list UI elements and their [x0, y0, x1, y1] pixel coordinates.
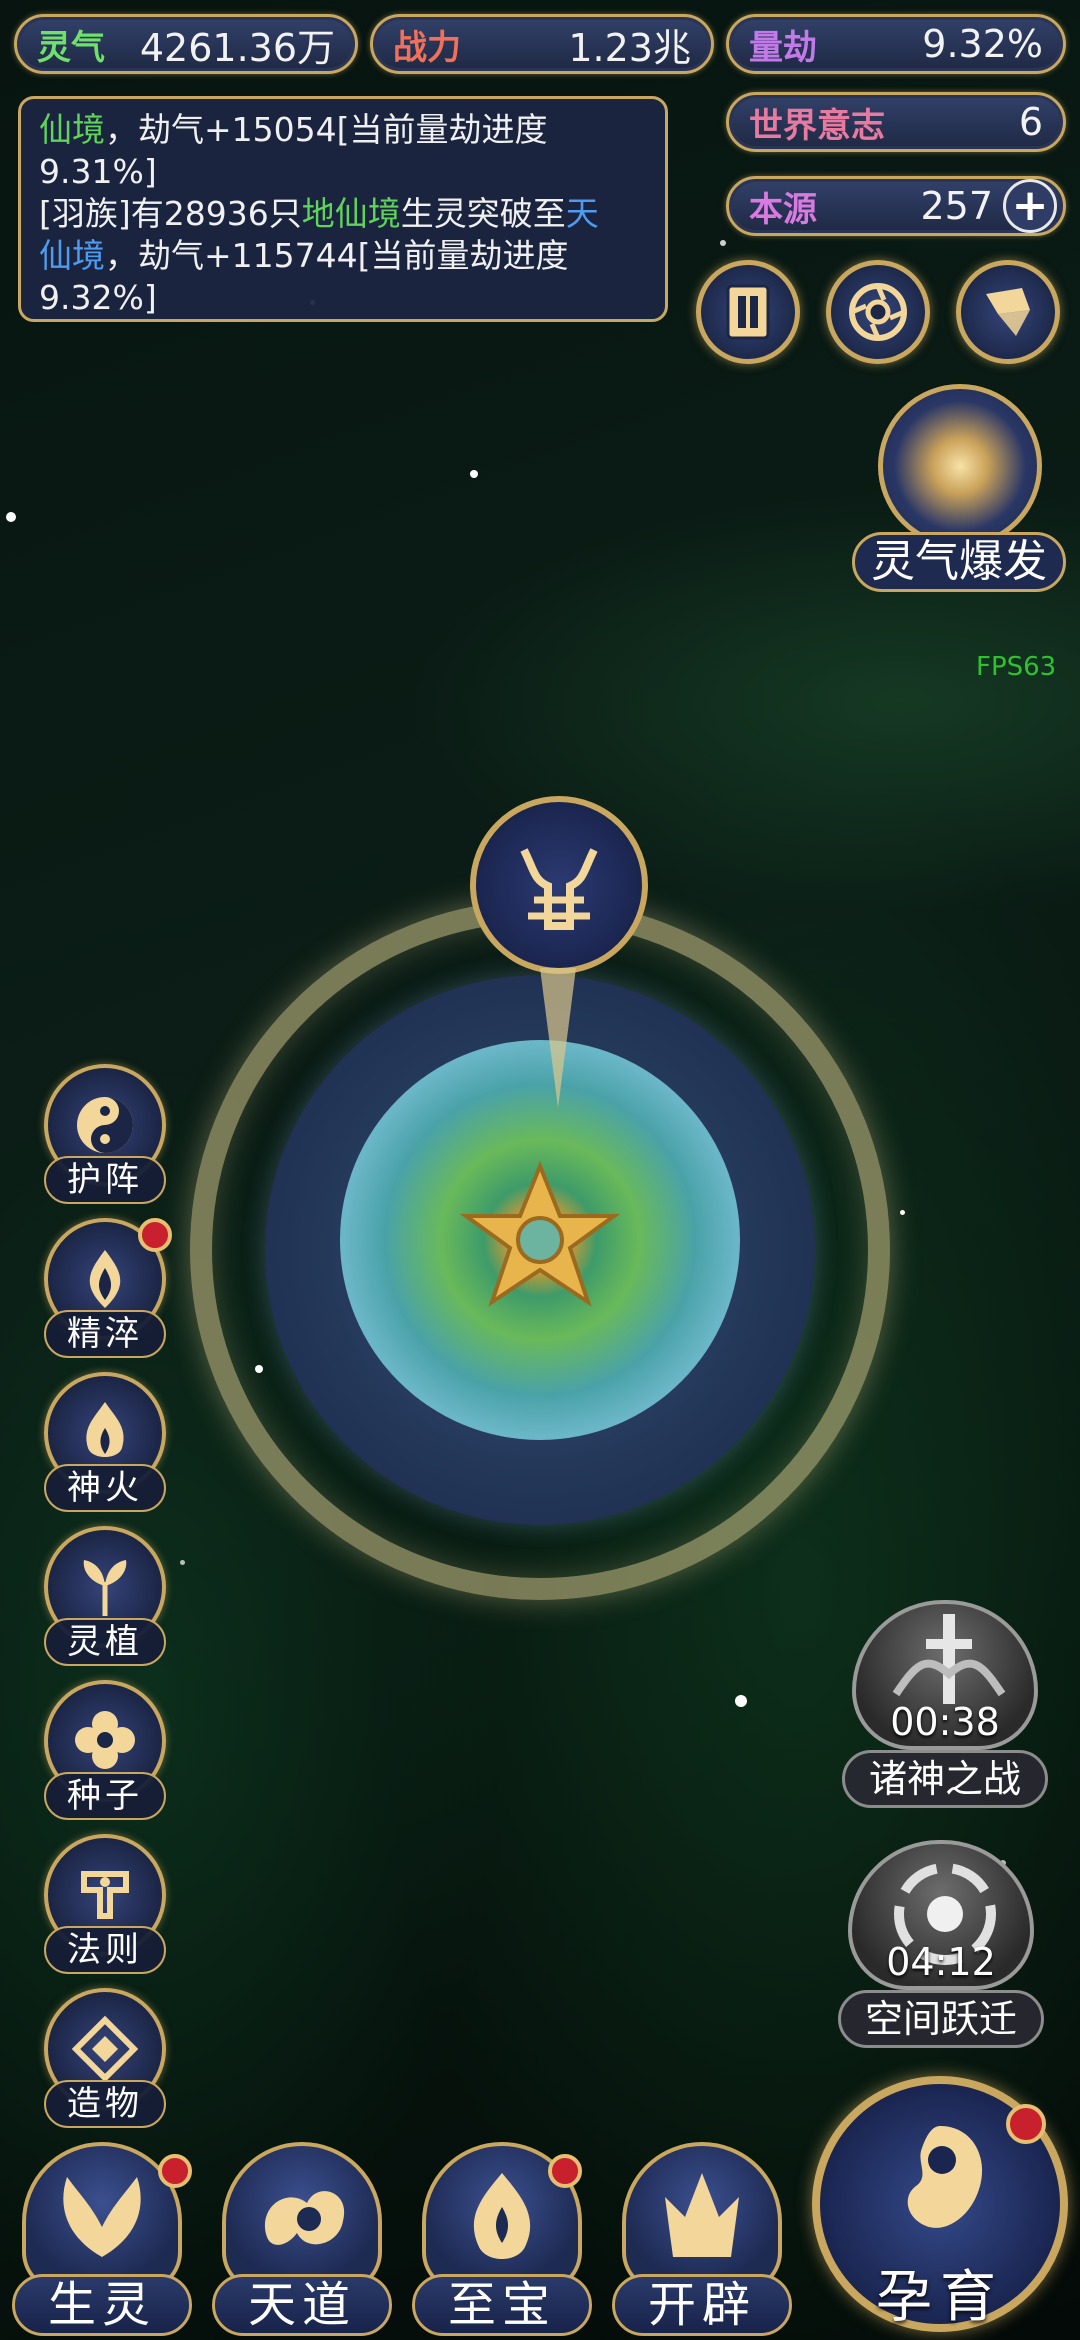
lingqi-value: 4261.36万 — [139, 25, 335, 70]
zhanli-label: 战力 — [393, 27, 461, 68]
side-label-lingzhi: 灵植 — [44, 1618, 166, 1666]
log-gain: ，劫气+15054[当前量劫进度 — [105, 110, 548, 149]
side-label-zaowu: 造物 — [44, 2080, 166, 2128]
lingqi-burst-label: 灵气爆发 — [852, 532, 1066, 592]
notification-badge — [158, 2154, 192, 2188]
plus-icon: + — [1011, 180, 1049, 231]
nav-label: 开辟 — [612, 2274, 792, 2336]
side-item-zaowu[interactable]: 造物 — [38, 1988, 172, 2128]
embryo-icon — [907, 2126, 983, 2228]
side-item-huzhen[interactable]: 护阵 — [38, 1064, 172, 1204]
benyuan-stat[interactable]: 本源 257 + — [726, 176, 1066, 236]
event-label: 诸神之战 — [842, 1750, 1048, 1808]
liangjie-label: 量劫 — [749, 27, 817, 68]
nav-tiandao[interactable]: 天道 — [212, 2142, 392, 2340]
side-label-jingcui: 精淬 — [44, 1310, 166, 1358]
side-label-shenhuo: 神火 — [44, 1464, 166, 1512]
zhanli-stat[interactable]: 战力 1.23兆 — [370, 14, 714, 74]
fps-counter: FPS63 — [976, 652, 1057, 682]
log-realm: 仙境 — [39, 110, 105, 149]
marker-pointer — [540, 968, 576, 1108]
log-prefix: [羽族]有28936只 — [39, 194, 302, 233]
log-middle: 生灵突破至 — [400, 194, 566, 233]
world-will-label: 世界意志 — [749, 105, 885, 146]
add-benyuan-button[interactable]: + — [1003, 179, 1057, 233]
lingqi-stat[interactable]: 灵气 4261.36万 — [14, 14, 358, 74]
event-log-panel[interactable]: 仙境，劫气+15054[当前量劫进度 9.31%] [羽族]有28936只地仙境… — [18, 96, 668, 322]
nav-label: 生灵 — [12, 2274, 192, 2336]
incubate-label: 孕育 — [876, 2265, 1004, 2330]
event-label: 空间跃迁 — [838, 1990, 1044, 2048]
nav-label: 至宝 — [412, 2274, 592, 2336]
log-progress: 9.31%] — [39, 152, 157, 191]
log-realm-from: 地仙境 — [301, 194, 401, 233]
side-item-zhongzi[interactable]: 种子 — [38, 1680, 172, 1820]
clan-marker[interactable] — [470, 796, 648, 974]
world-will-value: 6 — [1018, 100, 1043, 144]
log-progress-2: 9.32%] — [39, 278, 157, 317]
event-kongjian-yueqian[interactable]: 04:12 空间跃迁 — [836, 1840, 1046, 2050]
side-label-faze: 法则 — [44, 1926, 166, 1974]
golden-lotus-icon — [460, 1160, 620, 1307]
log-realm-to-b: 仙境 — [39, 236, 105, 275]
nav-label: 天道 — [212, 2274, 392, 2336]
log-line-2: [羽族]有28936只地仙境生灵突破至天 仙境，劫气+115744[当前量劫进度… — [39, 193, 647, 319]
horned-crest-icon — [520, 848, 598, 930]
vortex-button[interactable] — [826, 260, 930, 364]
burst-orb-icon — [878, 384, 1042, 548]
notification-badge — [138, 1218, 172, 1252]
vortex-icon — [849, 283, 907, 341]
nav-shengling[interactable]: 生灵 — [12, 2142, 192, 2340]
liangjie-stat[interactable]: 量劫 9.32% — [726, 14, 1066, 74]
side-item-jingcui[interactable]: 精淬 — [38, 1218, 172, 1358]
event-timer: 00:38 — [890, 1700, 1000, 1744]
side-item-shenhuo[interactable]: 神火 — [38, 1372, 172, 1512]
world-will-stat[interactable]: 世界意志 6 — [726, 92, 1066, 152]
benyuan-value: 257 — [920, 184, 993, 228]
card-button[interactable] — [696, 260, 800, 364]
notification-badge — [548, 2154, 582, 2188]
side-item-faze[interactable]: 法则 — [38, 1834, 172, 1974]
event-zhushen-zhizhan[interactable]: 00:38 诸神之战 — [840, 1600, 1050, 1810]
liangjie-value: 9.32% — [922, 22, 1043, 66]
cloud-swirl-icon — [222, 2142, 382, 2292]
side-label-huzhen: 护阵 — [44, 1156, 166, 1204]
lingqi-burst-button[interactable]: 灵气爆发 — [852, 384, 1066, 594]
lingqi-label: 灵气 — [37, 27, 105, 68]
zhanli-value: 1.23兆 — [568, 25, 691, 70]
card-icon — [726, 284, 770, 340]
side-item-lingzhi[interactable]: 灵植 — [38, 1526, 172, 1666]
nav-kaipi[interactable]: 开辟 — [612, 2142, 792, 2340]
log-realm-to-a: 天 — [565, 194, 599, 233]
scroll-button[interactable] — [956, 260, 1060, 364]
benyuan-label: 本源 — [749, 189, 817, 230]
incubate-button[interactable]: 孕育 — [812, 2076, 1072, 2336]
nav-zhibao[interactable]: 至宝 — [412, 2142, 592, 2340]
event-timer: 04:12 — [886, 1940, 996, 1984]
crystal-peak-icon — [622, 2142, 782, 2292]
notification-badge — [1006, 2104, 1046, 2144]
side-label-zhongzi: 种子 — [44, 1772, 166, 1820]
log-line-1: 仙境，劫气+15054[当前量劫进度 9.31%] — [39, 109, 647, 193]
scroll-icon — [986, 288, 1030, 336]
log-gain-2: ，劫气+115744[当前量劫进度 — [105, 236, 569, 275]
